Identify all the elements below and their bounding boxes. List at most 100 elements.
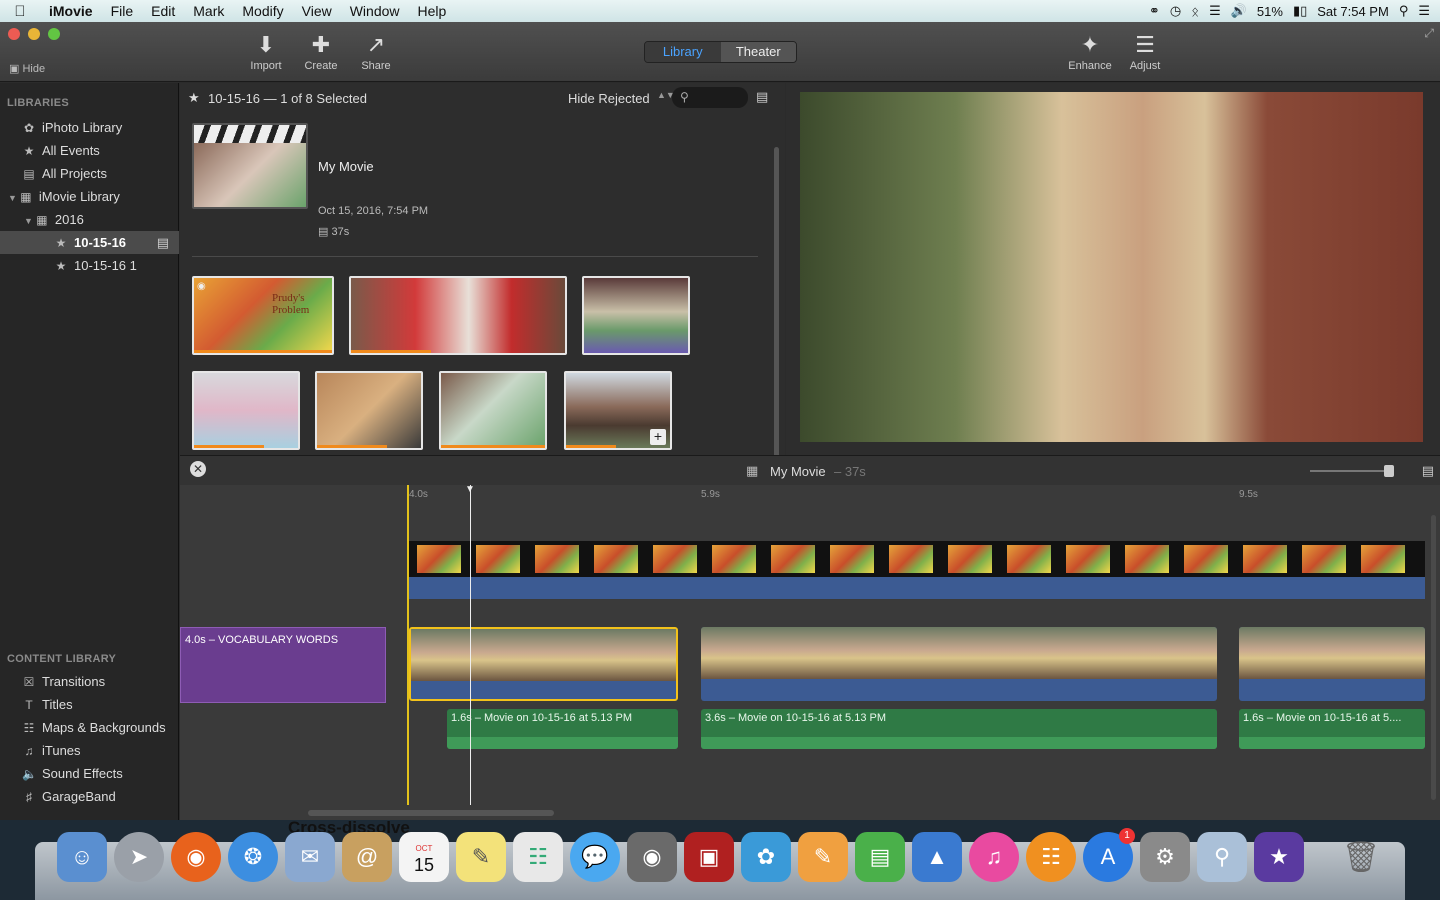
sidebar-item-all-events[interactable]: ★ All Events — [0, 139, 179, 162]
share-button[interactable]: ↗ Share — [348, 32, 404, 72]
disclosure-triangle-icon[interactable]: ▼ — [8, 193, 17, 203]
playhead-marker-icon[interactable]: ▼ — [465, 484, 475, 495]
search-field[interactable]: ⚲ — [672, 87, 748, 108]
zoom-slider-knob[interactable] — [1384, 465, 1394, 477]
clip-thumbnail-sneakers[interactable] — [315, 371, 423, 450]
menu-file[interactable]: File — [102, 3, 143, 19]
menu-mark[interactable]: Mark — [184, 3, 233, 19]
title-clip[interactable]: 4.0s – VOCABULARY WORDS — [180, 627, 386, 703]
cutaway-clip-bar[interactable] — [409, 577, 1425, 599]
messages-icon[interactable]: 💬 — [570, 832, 620, 882]
minimize-window-button[interactable] — [28, 28, 40, 40]
tab-library[interactable]: Library — [645, 42, 721, 62]
enhance-button[interactable]: ✦ Enhance — [1062, 32, 1118, 72]
tab-theater[interactable]: Theater — [720, 42, 796, 62]
close-audio-icon[interactable]: ✕ — [190, 461, 206, 477]
fullscreen-icon[interactable]: ⤢ — [1424, 26, 1434, 41]
numbers-icon[interactable]: ▤ — [855, 832, 905, 882]
clip-thumbnail-prudys-problem[interactable]: Prudy's Problem ◉ — [192, 276, 334, 355]
ibooks-icon[interactable]: ☷ — [1026, 832, 1076, 882]
calendar-icon[interactable]: OCT 15 — [399, 832, 449, 882]
menu-help[interactable]: Help — [409, 3, 456, 19]
sidebar-item-maps-backgrounds[interactable]: ☷ Maps & Backgrounds — [0, 716, 179, 739]
system-preferences-icon[interactable]: ⚙ — [1140, 832, 1190, 882]
trash-icon[interactable]: 🗑 — [1336, 832, 1386, 882]
menu-app[interactable]: iMovie — [40, 3, 102, 19]
keynote-icon[interactable]: ▲ — [912, 832, 962, 882]
itunes-icon[interactable]: ♫ — [969, 832, 1019, 882]
adjust-button[interactable]: ☰ Adjust — [1117, 32, 1173, 72]
creative-cloud-icon[interactable]: ⚭ — [1149, 3, 1160, 19]
clip-thumbnail-house[interactable]: + — [564, 371, 672, 450]
wifi-icon[interactable]: ☰ — [1209, 3, 1221, 19]
sidebar-item-titles[interactable]: T Titles — [0, 693, 179, 716]
menu-view[interactable]: View — [293, 3, 341, 19]
video-clip[interactable] — [1239, 627, 1425, 701]
pages-icon[interactable]: ✎ — [798, 832, 848, 882]
audio-clip[interactable]: 1.6s – Movie on 10-15-16 at 5.13 PM — [447, 709, 678, 749]
menu-window[interactable]: Window — [341, 3, 409, 19]
volume-icon[interactable]: 🔊 — [1231, 3, 1247, 19]
sidebar-item-transitions[interactable]: ☒ Transitions — [0, 670, 179, 693]
preview-icon[interactable]: ⚲ — [1197, 832, 1247, 882]
sidebar-item-iphoto-library[interactable]: ✿ iPhoto Library — [0, 116, 179, 139]
sidebar-item-itunes[interactable]: ♫ iTunes — [0, 739, 179, 762]
contacts-icon[interactable]: @ — [342, 832, 392, 882]
maps-icon[interactable]: ☷ — [513, 832, 563, 882]
notes-icon[interactable]: ✎ — [456, 832, 506, 882]
video-clip[interactable] — [701, 627, 1217, 701]
viewer-video-frame[interactable] — [800, 92, 1423, 442]
sidebar-item-10-15-16-1[interactable]: ★ 10-15-16 1 — [0, 254, 179, 277]
launchpad-icon[interactable]: ➤ — [114, 832, 164, 882]
notification-center-icon[interactable]: ☰ — [1418, 3, 1430, 19]
clip-thumbnail-shoes[interactable] — [349, 276, 567, 355]
apple-menu-icon[interactable]:  — [0, 3, 40, 20]
sidebar-item-all-projects[interactable]: ▤ All Projects — [0, 162, 179, 185]
time-machine-icon[interactable]: ◷ — [1170, 3, 1181, 19]
add-to-project-icon[interactable]: + — [650, 429, 666, 445]
sidebar-item-sound-effects[interactable]: 🔈 Sound Effects — [0, 762, 179, 785]
mail-icon[interactable]: ✉ — [285, 832, 335, 882]
disclosure-triangle-icon[interactable]: ▼ — [24, 216, 33, 226]
zoom-window-button[interactable] — [48, 28, 60, 40]
video-clip-selected[interactable] — [409, 627, 678, 701]
photo-booth-icon[interactable]: ▣ — [684, 832, 734, 882]
sidebar-item-garageband[interactable]: ♯ GarageBand — [0, 785, 179, 808]
create-button[interactable]: ✚ Create — [293, 32, 349, 72]
menu-modify[interactable]: Modify — [233, 3, 292, 19]
browser-scrollbar[interactable] — [774, 147, 779, 467]
imovie-icon[interactable]: ★ — [1254, 832, 1304, 882]
project-settings-icon[interactable]: ▦ — [746, 463, 758, 479]
filmstrip-settings-icon[interactable]: ▤ — [1422, 463, 1434, 479]
sidebar-item-10-15-16[interactable]: ★ 10-15-16 ▤ — [0, 231, 179, 254]
iphoto-icon[interactable]: ✿ — [741, 832, 791, 882]
sidebar-item-imovie-library[interactable]: ▼ ▦ iMovie Library — [0, 185, 179, 208]
clip-thumbnail-butterfly[interactable] — [439, 371, 547, 450]
import-button[interactable]: ⬇ Import — [238, 32, 294, 72]
finder-icon[interactable]: ☺ — [57, 832, 107, 882]
close-window-button[interactable] — [8, 28, 20, 40]
firefox-icon[interactable]: ◉ — [171, 832, 221, 882]
battery-percent[interactable]: 51% — [1257, 4, 1283, 19]
app-store-icon[interactable]: A1 — [1083, 828, 1135, 882]
clip-thumbnail-beads[interactable] — [192, 371, 300, 450]
cutaway-filmstrip[interactable] — [409, 541, 1425, 577]
facetime-icon[interactable]: ◉ — [627, 832, 677, 882]
clip-thumbnail-paints[interactable] — [582, 276, 690, 355]
menu-edit[interactable]: Edit — [142, 3, 184, 19]
clock[interactable]: Sat 7:54 PM — [1317, 4, 1389, 19]
safari-icon[interactable]: ❂ — [228, 832, 278, 882]
spotlight-icon[interactable]: ⚲ — [1399, 3, 1409, 19]
audio-clip[interactable]: 1.6s – Movie on 10-15-16 at 5.... — [1239, 709, 1425, 749]
bluetooth-icon[interactable]: ᛟ — [1191, 4, 1199, 19]
zoom-slider[interactable] — [1310, 470, 1390, 472]
project-thumbnail[interactable] — [192, 123, 308, 209]
hide-libraries-button[interactable]: ▣ Hide — [9, 62, 45, 75]
audio-clip[interactable]: 3.6s – Movie on 10-15-16 at 5.13 PM — [701, 709, 1217, 749]
clip-appearance-icon[interactable]: ▤ — [756, 89, 768, 105]
playhead[interactable] — [470, 485, 471, 805]
sidebar-item-2016[interactable]: ▼ ▦ 2016 — [0, 208, 179, 231]
hide-rejected-dropdown[interactable]: Hide Rejected — [568, 91, 650, 106]
timeline-vertical-scrollbar[interactable] — [1431, 515, 1436, 800]
timeline-scrollbar[interactable] — [308, 810, 554, 816]
